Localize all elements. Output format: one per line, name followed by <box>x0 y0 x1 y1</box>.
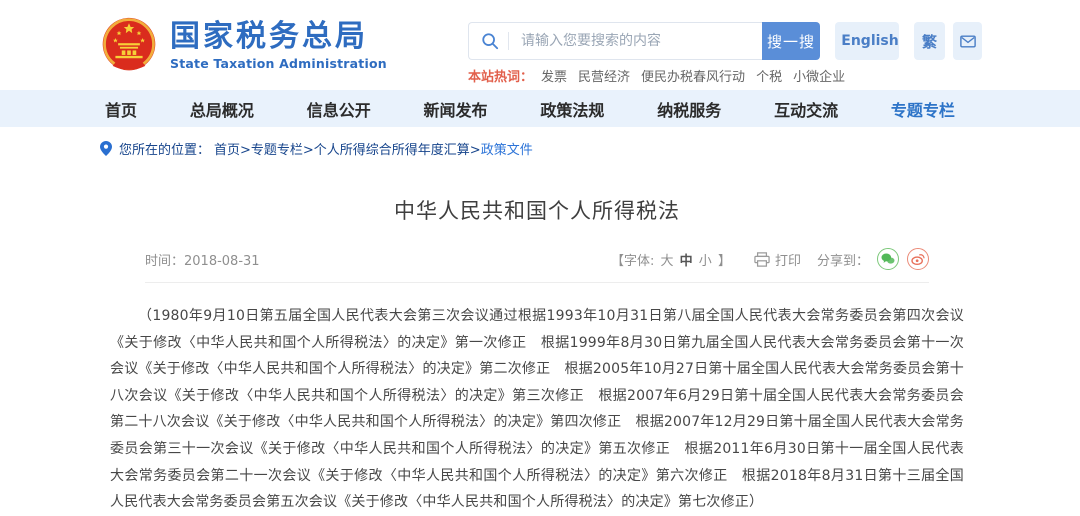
location-pin-icon <box>100 141 112 156</box>
font-size-small-button[interactable]: 小 <box>699 254 712 269</box>
nav-item-info-disclosure[interactable]: 信息公开 <box>307 97 371 121</box>
hot-word-link[interactable]: 小微企业 <box>793 66 845 85</box>
hot-words-label: 本站热词： <box>468 66 533 85</box>
hot-word-link[interactable]: 个税 <box>756 66 782 85</box>
nav-item-policy[interactable]: 政策法规 <box>540 97 604 121</box>
hot-words-bar: 本站热词： 发票 民营经济 便民办税春风行动 个税 小微企业 <box>468 66 856 85</box>
language-english-button[interactable]: English <box>835 22 899 60</box>
language-traditional-button[interactable]: 繁 <box>914 22 945 60</box>
main-nav: 首页 总局概况 信息公开 新闻发布 政策法规 纳税服务 互动交流 专题专栏 <box>0 90 1080 127</box>
nav-item-overview[interactable]: 总局概况 <box>190 97 254 121</box>
share-label: 分享到： <box>817 250 869 269</box>
site-name-english: State Taxation Administration <box>170 56 387 71</box>
breadcrumb: 您所在的位置： 首页>专题专栏>个人所得综合所得年度汇算> 政策文件 <box>0 127 1080 169</box>
breadcrumb-path[interactable]: 首页>专题专栏>个人所得综合所得年度汇算> <box>214 139 481 158</box>
search-icon <box>481 32 499 50</box>
divider <box>508 32 509 50</box>
nav-item-interaction[interactable]: 互动交流 <box>774 97 838 121</box>
national-emblem-icon <box>100 15 158 75</box>
hot-word-link[interactable]: 发票 <box>541 66 567 85</box>
font-size-control: 【字体: 大 中 小 】 <box>610 250 732 269</box>
wechat-share-icon[interactable] <box>877 248 899 270</box>
breadcrumb-label: 您所在的位置： <box>119 139 210 158</box>
article-date: 时间：2018-08-31 <box>145 250 260 269</box>
printer-icon <box>754 252 770 267</box>
weibo-share-icon[interactable] <box>907 248 929 270</box>
search-input[interactable] <box>519 32 762 50</box>
article-card: 中华人民共和国个人所得税法 时间：2018-08-31 【字体: 大 中 小 】… <box>100 169 974 495</box>
article-title: 中华人民共和国个人所得税法 <box>145 195 929 225</box>
font-size-medium-button[interactable]: 中 <box>680 254 693 269</box>
site-logo[interactable]: 国家税务总局 State Taxation Administration <box>100 15 387 75</box>
content-background: 您所在的位置： 首页>专题专栏>个人所得综合所得年度汇算> 政策文件 中华人民共… <box>0 127 1080 495</box>
mail-icon <box>960 35 976 48</box>
hot-word-link[interactable]: 民营经济 <box>578 66 630 85</box>
nav-item-home[interactable]: 首页 <box>105 97 137 121</box>
breadcrumb-current[interactable]: 政策文件 <box>481 139 533 158</box>
search-button[interactable]: 搜一搜 <box>762 22 820 60</box>
article-meta-bar: 时间：2018-08-31 【字体: 大 中 小 】 打印 分享到： <box>145 248 929 283</box>
nav-item-news[interactable]: 新闻发布 <box>424 97 488 121</box>
hot-word-link[interactable]: 便民办税春风行动 <box>641 66 745 85</box>
font-size-large-button[interactable]: 大 <box>660 254 673 269</box>
site-header: 国家税务总局 State Taxation Administration 搜一搜… <box>0 0 1080 90</box>
search-box <box>468 22 762 60</box>
site-name: 国家税务总局 <box>170 20 387 53</box>
mail-button[interactable] <box>953 22 982 60</box>
nav-item-special-topics[interactable]: 专题专栏 <box>891 97 955 121</box>
article-body: （1980年9月10日第五届全国人民代表大会第三次会议通过根据1993年10月3… <box>110 303 964 516</box>
article-paragraph: （1980年9月10日第五届全国人民代表大会第三次会议通过根据1993年10月3… <box>110 303 964 516</box>
print-button[interactable]: 打印 <box>754 250 801 269</box>
nav-item-tax-service[interactable]: 纳税服务 <box>657 97 721 121</box>
